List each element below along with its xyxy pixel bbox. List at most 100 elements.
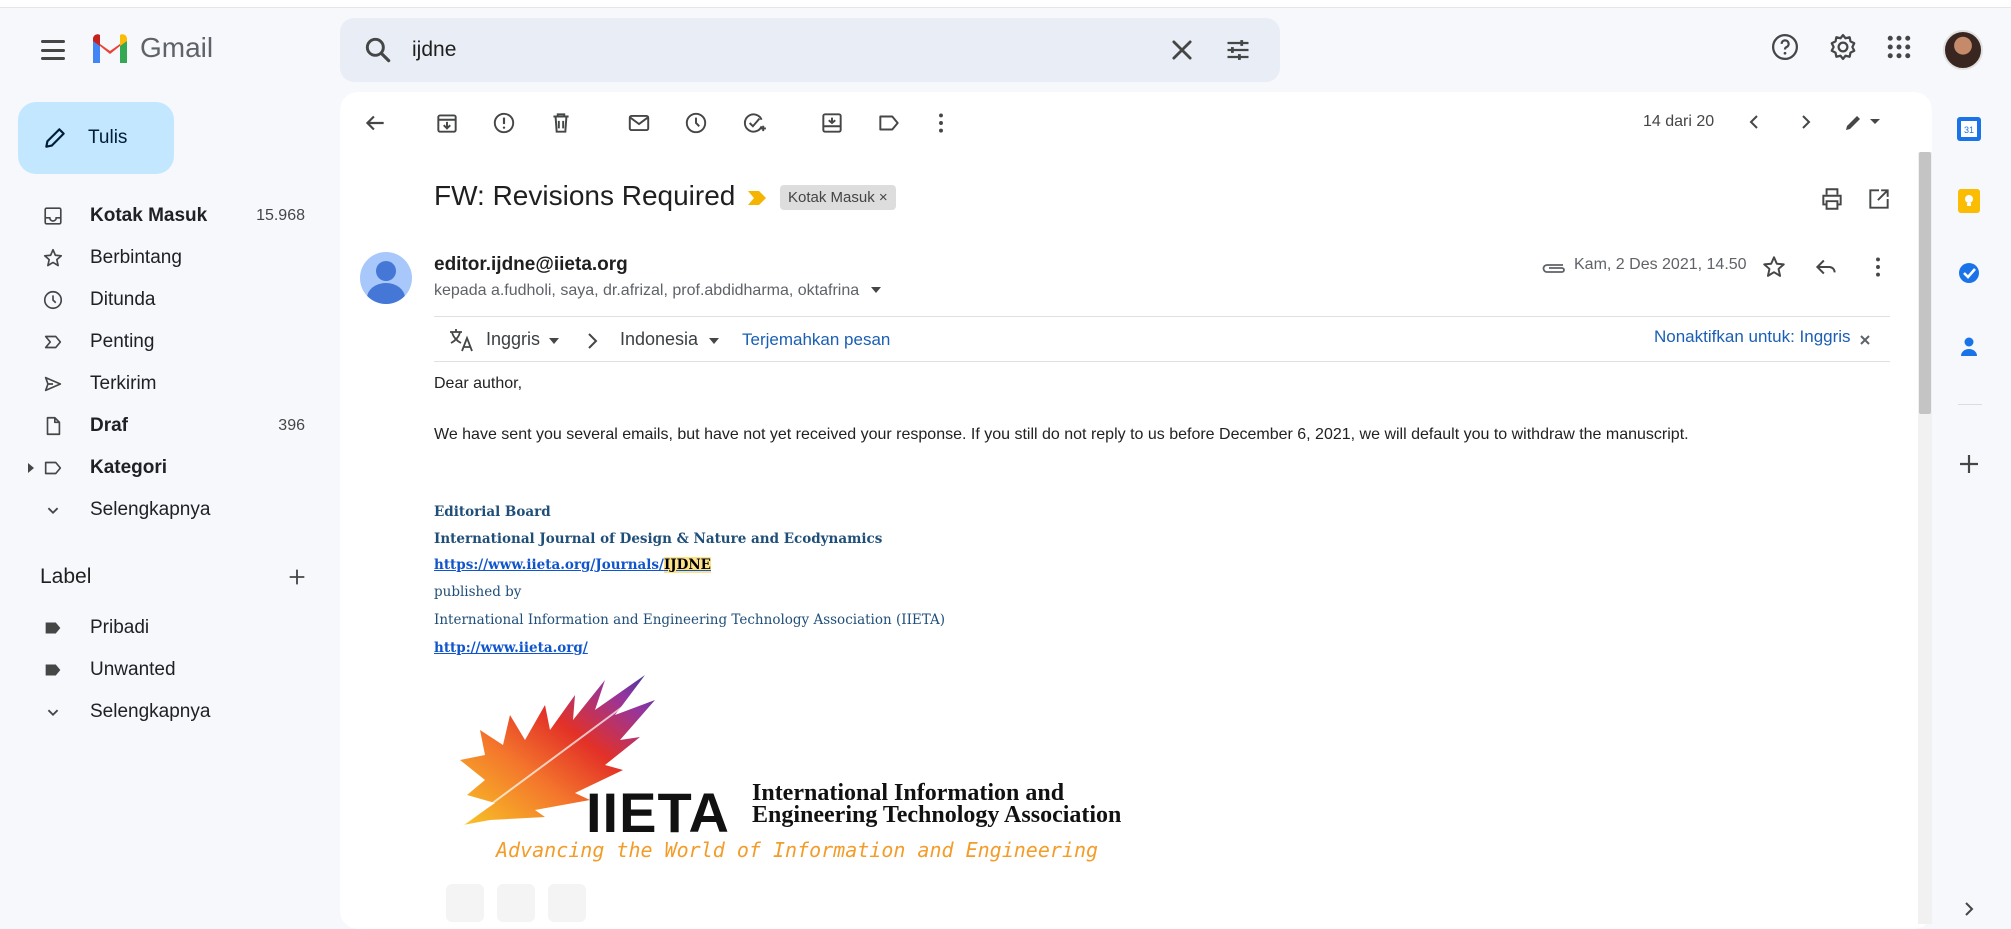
- apps-grid-icon[interactable]: [1884, 32, 1914, 62]
- translation-bar: Inggris Indonesia Terjemahkan pesan Nona…: [434, 316, 1890, 362]
- sidebar-item-label: Unwanted: [90, 659, 176, 680]
- clear-search-icon[interactable]: [1168, 36, 1196, 64]
- social-icon[interactable]: [497, 884, 535, 922]
- mark-unread-icon[interactable]: [626, 110, 652, 136]
- translate-message-link[interactable]: Terjemahkan pesan: [742, 330, 890, 350]
- delete-trash-icon[interactable]: [548, 110, 574, 136]
- scrollbar-thumb[interactable]: [1919, 152, 1931, 414]
- label-icon: [44, 461, 62, 475]
- translate-icon: [450, 329, 473, 352]
- recipients-line[interactable]: kepada a.fudholi, saya, dr.afrizal, prof…: [434, 282, 882, 300]
- expand-arrow-icon[interactable]: [26, 462, 36, 474]
- older-chevron-right-icon[interactable]: [1794, 110, 1818, 134]
- calendar-icon[interactable]: 31: [1956, 116, 1982, 142]
- sidebar-item-drafts[interactable]: Draf 396: [0, 406, 320, 446]
- translate-arrow-icon: [588, 333, 598, 349]
- search-icon[interactable]: [362, 34, 394, 66]
- reply-arrow-icon[interactable]: [1813, 254, 1839, 280]
- sender-email[interactable]: editor.ijdne@iieta.org: [434, 254, 628, 276]
- sidebar-item-label: Terkirim: [90, 373, 157, 394]
- importance-marker-icon[interactable]: [748, 191, 766, 205]
- get-add-ons-plus-icon[interactable]: [1956, 451, 1982, 477]
- keep-notes-icon[interactable]: [1956, 188, 1982, 214]
- sidebar-item-label: Draf: [90, 415, 129, 436]
- sidebar-item-important[interactable]: Penting: [0, 322, 320, 362]
- close-translation-icon[interactable]: [1858, 333, 1872, 347]
- settings-gear-icon[interactable]: [1828, 32, 1858, 62]
- sidebar-label-unwanted[interactable]: Unwanted: [0, 650, 320, 690]
- search-bar[interactable]: [340, 18, 1280, 82]
- search-options-icon[interactable]: [1224, 36, 1252, 64]
- svg-text:31: 31: [1964, 125, 1974, 135]
- pencil-icon: [45, 128, 65, 148]
- sidebar-item-label: Pribadi: [90, 617, 150, 638]
- message-more-icon[interactable]: [1865, 254, 1891, 280]
- add-label-icon[interactable]: [286, 566, 308, 588]
- side-panel-divider: [1958, 404, 1982, 405]
- social-icon[interactable]: [548, 884, 586, 922]
- search-highlight: IJDNE: [663, 557, 711, 573]
- tasks-icon[interactable]: [1956, 260, 1982, 286]
- iieta-name-line2: Engineering Technology Association: [752, 802, 1122, 828]
- sidebar-label-pribadi[interactable]: Pribadi: [0, 608, 320, 648]
- window-top-edge: [0, 0, 2011, 8]
- gmail-logo[interactable]: Gmail: [90, 32, 213, 64]
- sender-avatar[interactable]: [360, 252, 412, 304]
- disable-translation-link[interactable]: Nonaktifkan untuk: Inggris: [1654, 327, 1851, 347]
- archive-icon[interactable]: [434, 110, 460, 136]
- newer-chevron-left-icon[interactable]: [1742, 110, 1766, 134]
- target-lang-dropdown-icon[interactable]: [708, 337, 720, 345]
- labels-section-title: Label: [40, 565, 92, 588]
- pagination-text: 14 dari 20: [1643, 113, 1715, 130]
- sidebar-labels-more[interactable]: Selengkapnya: [0, 692, 320, 732]
- move-to-icon[interactable]: [819, 110, 845, 136]
- label-as-icon[interactable]: [876, 110, 902, 136]
- sidebar-item-categories[interactable]: Kategori: [0, 448, 320, 488]
- signature-published-by: published by: [434, 584, 522, 600]
- contacts-icon[interactable]: [1956, 334, 1982, 360]
- social-icon[interactable]: [446, 884, 484, 922]
- compose-label: Tulis: [88, 127, 128, 148]
- chevron-down-icon: [47, 507, 59, 515]
- email-subject: FW: Revisions Required: [434, 180, 736, 211]
- email-body: We have sent you several emails, but hav…: [434, 426, 1689, 443]
- recipients-text: kepada a.fudholi, saya, dr.afrizal, prof…: [434, 282, 860, 299]
- label-filled-icon: [45, 664, 61, 676]
- sidebar-item-more[interactable]: Selengkapnya: [0, 490, 320, 530]
- remove-label-icon[interactable]: ×: [879, 189, 888, 206]
- show-side-panel-chevron-icon[interactable]: [1960, 900, 1978, 918]
- source-language[interactable]: Inggris: [486, 329, 540, 350]
- sidebar-item-inbox[interactable]: Kotak Masuk 15.968: [0, 196, 320, 236]
- sidebar-item-label: Ditunda: [90, 289, 156, 310]
- app-name: Gmail: [140, 32, 214, 63]
- sidebar-item-sent[interactable]: Terkirim: [0, 364, 320, 404]
- clock-icon: [43, 290, 63, 310]
- send-icon: [44, 376, 62, 392]
- report-spam-icon[interactable]: [491, 110, 517, 136]
- attachment-clip-icon: [1542, 264, 1565, 273]
- sidebar-item-label: Penting: [90, 331, 155, 352]
- draft-icon: [46, 416, 61, 436]
- back-arrow-icon[interactable]: [362, 110, 388, 136]
- sidebar-item-starred[interactable]: Berbintang: [0, 238, 320, 278]
- star-icon[interactable]: [1761, 254, 1787, 280]
- source-lang-dropdown-icon[interactable]: [548, 337, 560, 345]
- more-options-icon[interactable]: [928, 110, 954, 136]
- important-icon: [44, 335, 62, 349]
- website-link[interactable]: http://www.iieta.org/: [434, 640, 588, 656]
- open-new-window-icon[interactable]: [1866, 186, 1892, 212]
- help-icon[interactable]: [1770, 32, 1800, 62]
- journal-link[interactable]: https://www.iieta.org/Journals/IJDNE: [434, 557, 711, 573]
- compose-button[interactable]: Tulis: [18, 102, 174, 174]
- sidebar-item-snoozed[interactable]: Ditunda: [0, 280, 320, 320]
- search-input[interactable]: [412, 32, 1112, 68]
- sidebar-item-label: Kategori: [90, 457, 168, 478]
- input-tools-pencil-icon[interactable]: [1842, 110, 1884, 134]
- snooze-clock-icon[interactable]: [683, 110, 709, 136]
- main-menu-icon[interactable]: [38, 36, 68, 64]
- target-language[interactable]: Indonesia: [620, 329, 698, 350]
- account-avatar[interactable]: [1943, 30, 1983, 70]
- print-icon[interactable]: [1819, 186, 1845, 212]
- recipients-dropdown-icon[interactable]: [870, 285, 882, 295]
- add-to-tasks-icon[interactable]: [741, 110, 767, 136]
